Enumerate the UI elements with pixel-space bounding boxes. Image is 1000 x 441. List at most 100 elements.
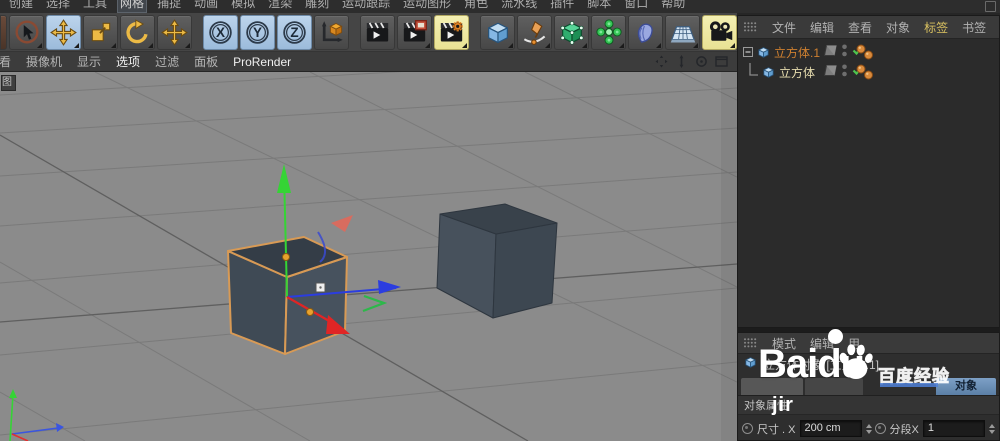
- property-input[interactable]: 1: [922, 420, 985, 437]
- attribute-menu-item-0[interactable]: 模式: [772, 335, 796, 352]
- keyframe-circle-icon[interactable]: [742, 423, 753, 434]
- property-label: 尺寸 . X: [757, 423, 796, 436]
- lock-y-button[interactable]: Y: [240, 14, 275, 50]
- layout-toggle-icon[interactable]: [985, 1, 996, 12]
- svg-text:Z: Z: [290, 25, 298, 40]
- object-manager-menu-item-5[interactable]: 书签: [962, 19, 986, 36]
- attribute-section-header[interactable]: 对象属性: [738, 396, 999, 415]
- render-view-button[interactable]: [360, 14, 395, 50]
- menubar-item-15[interactable]: 窗口: [622, 0, 650, 12]
- viewport-menu-item-6[interactable]: ProRender: [233, 55, 291, 69]
- visibility-dots-icon[interactable]: [841, 63, 848, 78]
- menubar-item-6[interactable]: 模拟: [229, 0, 257, 12]
- property-1: 分段X 1: [874, 420, 995, 437]
- tab-hidden-2[interactable]: [805, 378, 863, 395]
- last-tool-move-button[interactable]: [157, 14, 192, 50]
- maximize-view-icon[interactable]: [714, 54, 729, 69]
- attribute-title: 立方体对象 [立方体.1]: [763, 358, 880, 372]
- viewport-menu-item-2[interactable]: 显示: [77, 53, 101, 70]
- object-manager-menu-item-4[interactable]: 标签: [924, 19, 948, 36]
- menubar-item-3[interactable]: 网格: [117, 0, 148, 13]
- object-manager-menu-item-3[interactable]: 对象: [886, 19, 910, 36]
- pen-spline-button[interactable]: [517, 14, 552, 50]
- render-settings-button[interactable]: [434, 14, 469, 50]
- render-picture-viewer-button[interactable]: [397, 14, 432, 50]
- stepper-arrows-icon[interactable]: [865, 423, 872, 434]
- rotate-button[interactable]: [120, 14, 155, 50]
- viewport-menu-item-1[interactable]: 摄像机: [26, 53, 62, 70]
- property-input[interactable]: 200 cm: [799, 420, 862, 437]
- object-manager-menu-item-2[interactable]: 查看: [848, 19, 872, 36]
- viewport-menu-item-0[interactable]: 看: [0, 53, 11, 70]
- menubar-item-16[interactable]: 帮助: [659, 0, 687, 12]
- menubar-item-4[interactable]: 捕捉: [155, 0, 183, 12]
- menubar-item-10[interactable]: 运动图形: [401, 0, 453, 12]
- panel-grip-icon[interactable]: [743, 21, 758, 34]
- viewport-ground: [0, 72, 737, 441]
- lock-z-button[interactable]: Z: [277, 14, 312, 50]
- attribute-tabs: 对象: [738, 375, 999, 396]
- deformer-bend-button[interactable]: [628, 14, 663, 50]
- cinema4d-window: 创建 选择 工具 网格 捕捉 动画 模拟 渲染 雕刻 运动跟踪 运动图形 角色 流水线 插件 脚本 窗口 帮助 …: [0, 0, 1000, 441]
- object-manager-menu-item-1[interactable]: 编辑: [810, 19, 834, 36]
- keyframe-circle-icon[interactable]: [874, 423, 886, 434]
- menubar-item-14[interactable]: 脚本: [585, 0, 613, 12]
- object-manager-menubar: 文件 编辑 查看 对象 标签 书签: [738, 16, 999, 39]
- subdivision-surface-button[interactable]: [554, 14, 589, 50]
- mograph-cloner-button[interactable]: [591, 14, 626, 50]
- dolly-icon[interactable]: [674, 54, 689, 69]
- object-manager-menu-item-0[interactable]: 文件: [772, 19, 796, 36]
- menubar-item-0[interactable]: 创建: [7, 0, 35, 12]
- layer-box-icon[interactable]: [824, 45, 837, 56]
- scale-button[interactable]: [83, 14, 118, 50]
- menubar-item-1[interactable]: 选择: [44, 0, 72, 12]
- attribute-menu-item-1[interactable]: 编辑: [810, 335, 834, 352]
- object-tree: 立方体.1 立方体: [738, 39, 999, 82]
- menubar-item-7[interactable]: 渲染: [266, 0, 294, 12]
- object-name[interactable]: 立方体.1: [774, 44, 820, 61]
- move-button[interactable]: [46, 14, 81, 50]
- menubar-item-11[interactable]: 角色: [462, 0, 490, 12]
- scene-canvas[interactable]: [0, 72, 737, 441]
- viewport-edge-shade: [721, 72, 737, 441]
- add-cube-button[interactable]: [480, 14, 515, 50]
- phong-tag-icon[interactable]: [856, 64, 874, 86]
- live-selection-button[interactable]: [9, 14, 44, 50]
- tab-hidden-1[interactable]: [741, 378, 803, 395]
- scale-y-handle: [282, 253, 290, 261]
- object-row-0[interactable]: 立方体.1: [738, 42, 999, 62]
- viewport-controls: [654, 54, 731, 69]
- menubar-item-13[interactable]: 插件: [548, 0, 576, 12]
- lock-x-button[interactable]: X: [203, 14, 238, 50]
- menubar-item-5[interactable]: 动画: [192, 0, 220, 12]
- camera-button[interactable]: [702, 14, 737, 50]
- cube-object-icon: [761, 65, 776, 79]
- expand-toggle-icon[interactable]: [743, 47, 753, 57]
- visibility-dots-icon[interactable]: [841, 43, 848, 58]
- panel-grip-icon[interactable]: [743, 337, 758, 350]
- layer-box-icon[interactable]: [824, 65, 837, 76]
- stepper-arrows-icon[interactable]: [988, 423, 995, 434]
- menubar-item-12[interactable]: 流水线: [499, 0, 539, 12]
- undo-partial-button[interactable]: [0, 14, 7, 50]
- attribute-menu-item-2[interactable]: 用: [848, 335, 860, 352]
- viewport-menu-item-5[interactable]: 面板: [194, 53, 218, 70]
- coordinate-system-button[interactable]: [314, 14, 349, 50]
- object-row-1[interactable]: 立方体: [738, 62, 999, 82]
- pan-icon[interactable]: [654, 54, 669, 69]
- viewport-menu-item-3[interactable]: 选项: [116, 53, 140, 70]
- object-name[interactable]: 立方体: [779, 64, 815, 81]
- menubar-item-8[interactable]: 雕刻: [303, 0, 331, 12]
- attribute-title-row: 立方体对象 [立方体.1]: [738, 354, 999, 375]
- property-0: 尺寸 . X 200 cm: [742, 420, 872, 437]
- rotate-view-icon[interactable]: [694, 54, 709, 69]
- viewport-menubar: 看摄像机 显示 选项 过滤 面板 ProRender: [0, 52, 737, 72]
- menubar-item-9[interactable]: 运动跟踪: [340, 0, 392, 12]
- menubar-item-2[interactable]: 工具: [81, 0, 109, 12]
- tree-connector-icon: [746, 63, 759, 81]
- viewport-3d[interactable]: 图: [0, 72, 737, 441]
- object-manager: 文件 编辑 查看 对象 标签 书签 立方体.1 立方体: [737, 15, 1000, 328]
- tab-object[interactable]: 对象: [936, 378, 996, 395]
- floor-button[interactable]: [665, 14, 700, 50]
- viewport-menu-item-4[interactable]: 过滤: [155, 53, 179, 70]
